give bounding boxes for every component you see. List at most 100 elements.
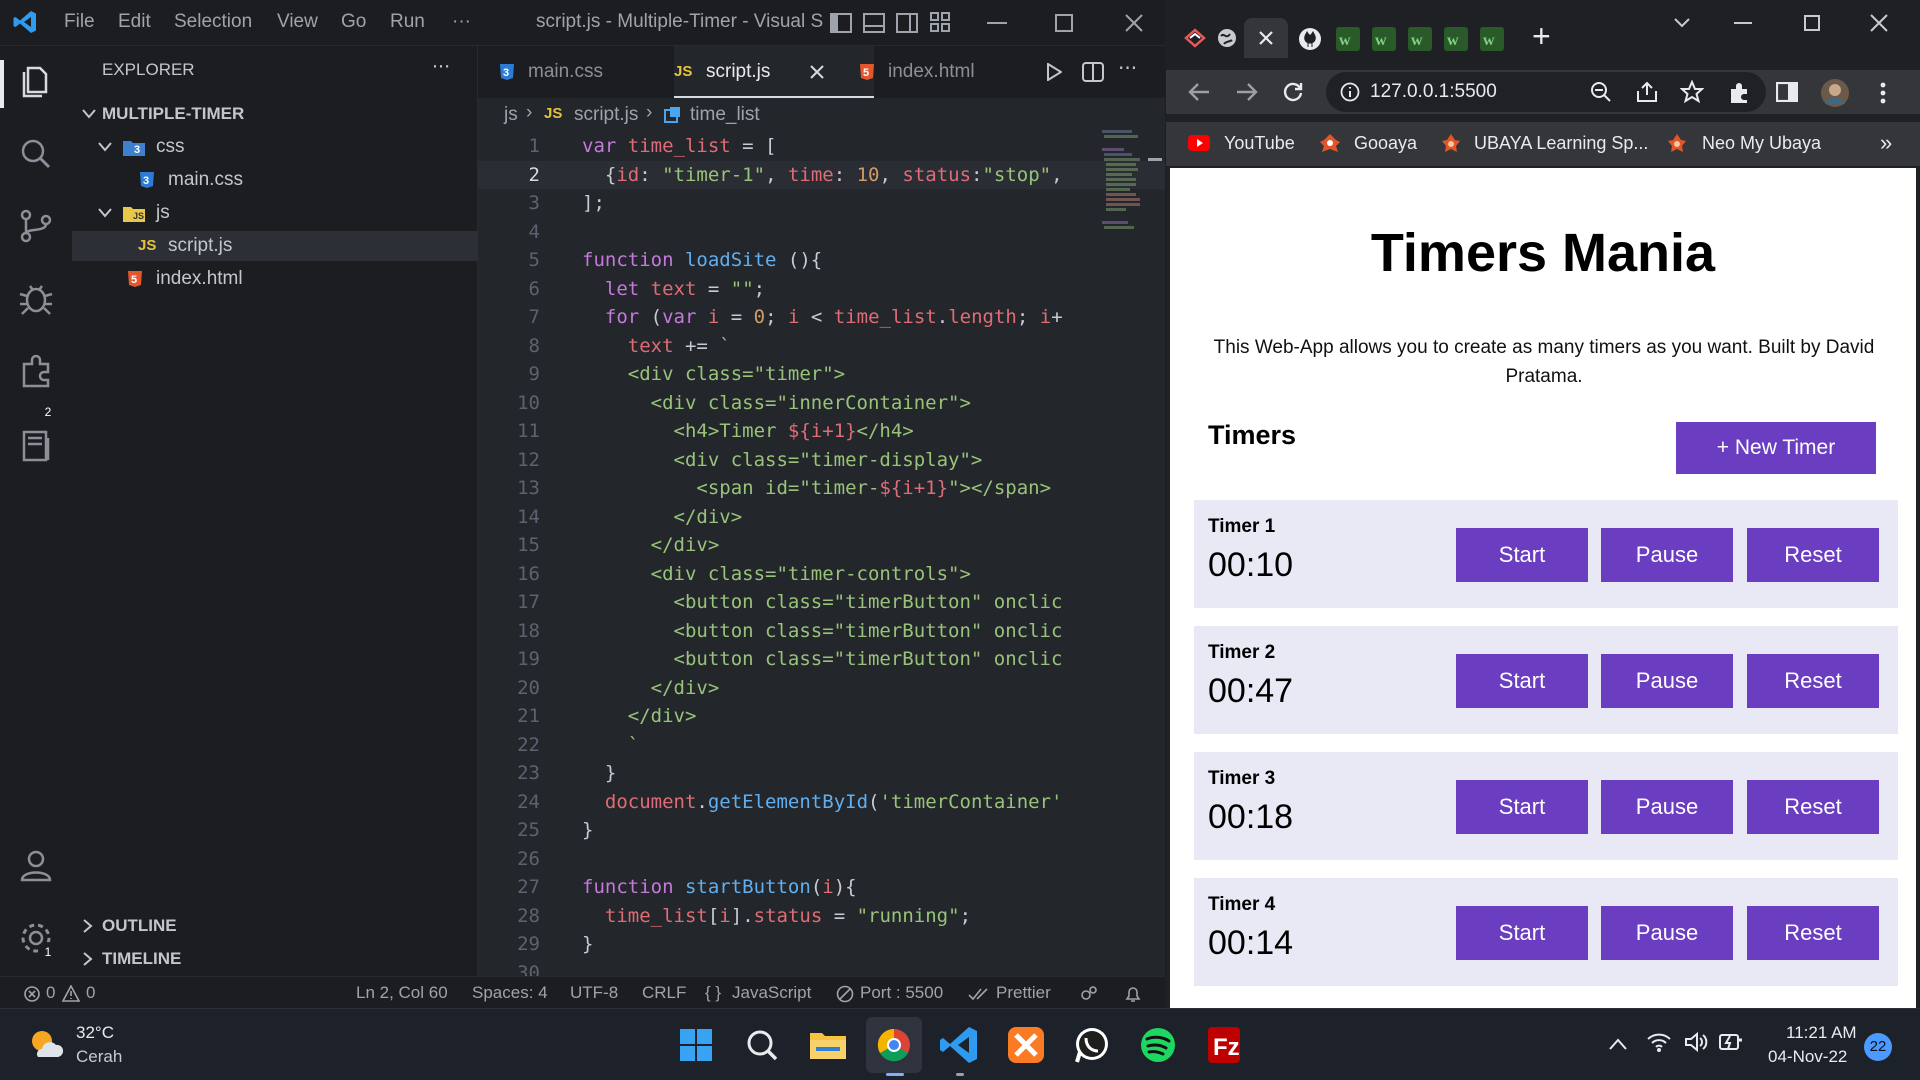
code-line[interactable]: 28 time_list[i].status = "running"; — [478, 902, 1165, 931]
code-line[interactable]: 18 <button class="timerButton" onclic — [478, 617, 1165, 646]
github-icon[interactable] — [1298, 27, 1322, 51]
toggle-panel-icon[interactable] — [863, 13, 885, 33]
wordpress-w-icon[interactable]: w — [1443, 26, 1469, 52]
code-line[interactable]: 20 </div> — [478, 674, 1165, 703]
warning-icon[interactable] — [62, 985, 80, 1002]
explorer-more-icon[interactable]: ··· — [432, 56, 450, 78]
reset-button[interactable]: Reset — [1747, 654, 1879, 708]
timeline-section[interactable]: TIMELINE — [72, 944, 478, 974]
code-line[interactable]: 23 } — [478, 759, 1165, 788]
back-arrow-icon[interactable] — [1188, 82, 1210, 102]
windows-start-icon[interactable] — [672, 1021, 720, 1069]
vscode-taskbar-icon[interactable] — [936, 1021, 984, 1069]
warning-count[interactable]: 0 — [86, 983, 95, 1003]
error-count[interactable]: 0 — [46, 983, 55, 1003]
file-explorer-icon[interactable] — [804, 1021, 852, 1069]
code-line[interactable]: 12 <div class="timer-display"> — [478, 446, 1165, 475]
tab-search-icon[interactable] — [1674, 17, 1690, 29]
outline-section[interactable]: OUTLINE — [72, 911, 478, 941]
browser-menu-icon[interactable] — [1880, 82, 1886, 104]
code-line[interactable]: 24 document.getElementById('timerContain… — [478, 788, 1165, 817]
reset-button[interactable]: Reset — [1747, 906, 1879, 960]
code-line[interactable]: 26 — [478, 845, 1165, 874]
language-mode[interactable]: JavaScript — [732, 983, 811, 1003]
side-panel-icon[interactable] — [1776, 82, 1798, 102]
breadcrumb-folder[interactable]: js — [504, 104, 518, 126]
bookmark-gooaya[interactable]: Gooaya — [1354, 133, 1417, 154]
site-info-icon[interactable] — [1340, 82, 1360, 102]
clock-time[interactable]: 11:21 AM — [1786, 1023, 1857, 1043]
code-line[interactable]: 7 for (var i = 0; i < time_list.length; … — [478, 303, 1165, 332]
notification-count-badge[interactable]: 22 — [1864, 1033, 1892, 1061]
weather-sun-cloud-icon[interactable] — [28, 1027, 66, 1061]
tree-item-js[interactable]: JS js — [72, 198, 478, 228]
new-timer-button[interactable]: + New Timer — [1676, 422, 1876, 474]
minimize-icon[interactable] — [987, 22, 1007, 26]
close-icon[interactable] — [1124, 13, 1144, 33]
code-line[interactable]: 10 <div class="innerContainer"> — [478, 389, 1165, 418]
wifi-icon[interactable] — [1646, 1031, 1672, 1053]
editor-more-icon[interactable]: ··· — [1118, 56, 1137, 80]
menu-run[interactable]: Run — [390, 11, 425, 33]
search-icon[interactable] — [16, 134, 56, 174]
new-tab-button[interactable]: + — [1532, 18, 1551, 55]
spotify-icon[interactable] — [1134, 1021, 1182, 1069]
error-icon[interactable] — [24, 986, 40, 1002]
run-icon[interactable] — [1046, 63, 1062, 81]
forward-arrow-icon[interactable] — [1236, 82, 1258, 102]
code-line[interactable]: 14 </div> — [478, 503, 1165, 532]
close-tab-icon[interactable] — [810, 65, 824, 79]
clock-date[interactable]: 04-Nov-22 — [1768, 1047, 1847, 1067]
start-button[interactable]: Start — [1456, 528, 1588, 582]
code-line[interactable]: 25} — [478, 816, 1165, 845]
line-ending[interactable]: CRLF — [642, 983, 686, 1003]
wordpress-w-icon[interactable]: w — [1335, 26, 1361, 52]
reset-button[interactable]: Reset — [1747, 780, 1879, 834]
bookmark-neo-my-ubaya[interactable]: Neo My Ubaya — [1702, 133, 1821, 154]
code-line[interactable]: 16 <div class="timer-controls"> — [478, 560, 1165, 589]
share-icon[interactable] — [1636, 81, 1658, 103]
code-line[interactable]: 8 text += ` — [478, 332, 1165, 361]
remote-explorer-icon[interactable] — [16, 426, 56, 466]
address-bar[interactable]: 127.0.0.1:5500 — [1326, 72, 1766, 112]
pause-button[interactable]: Pause — [1601, 654, 1733, 708]
live-server-port[interactable]: Port : 5500 — [860, 983, 943, 1003]
code-line[interactable]: 21 </div> — [478, 702, 1165, 731]
reset-button[interactable]: Reset — [1747, 528, 1879, 582]
tab-main-css[interactable]: 3 main.css — [498, 46, 648, 98]
pause-button[interactable]: Pause — [1601, 906, 1733, 960]
show-hidden-icons-icon[interactable] — [1608, 1037, 1628, 1051]
cursor-position[interactable]: Ln 2, Col 60 — [356, 983, 448, 1003]
start-button[interactable]: Start — [1456, 906, 1588, 960]
extensions-icon[interactable] — [16, 350, 56, 390]
accounts-feedback-icon[interactable] — [1080, 985, 1098, 1003]
bookmark-ubaya-learning[interactable]: UBAYA Learning Sp... — [1474, 133, 1648, 154]
battery-charging-icon[interactable] — [1718, 1029, 1746, 1055]
code-line[interactable]: 22 ` — [478, 731, 1165, 760]
extensions-puzzle-icon[interactable] — [1728, 82, 1750, 104]
chrome-icon[interactable] — [870, 1021, 918, 1069]
taskbar-search-icon[interactable] — [738, 1021, 786, 1069]
xampp-icon[interactable] — [1002, 1021, 1050, 1069]
wordpress-w-icon[interactable]: w — [1407, 26, 1433, 52]
minimap[interactable] — [1098, 128, 1144, 338]
bookmarks-overflow-icon[interactable]: » — [1880, 130, 1892, 156]
weather-desc[interactable]: Cerah — [76, 1047, 122, 1067]
code-line[interactable]: 3]; — [478, 189, 1165, 218]
breadcrumb-symbol[interactable]: time_list — [690, 104, 760, 126]
start-button[interactable]: Start — [1456, 780, 1588, 834]
menu-file[interactable]: File — [64, 11, 95, 33]
code-line[interactable]: 11 <h4>Timer ${i+1}</h4> — [478, 417, 1165, 446]
zoom-icon[interactable] — [1590, 81, 1612, 103]
menu-view[interactable]: View — [277, 11, 318, 33]
menu-edit[interactable]: Edit — [118, 11, 151, 33]
menu-more[interactable]: ··· — [452, 11, 471, 33]
scrollbar-indicator[interactable] — [1148, 158, 1162, 161]
tree-item-main-css[interactable]: 3 main.css — [72, 165, 478, 195]
bookmark-star-icon[interactable] — [1680, 80, 1704, 104]
bookmark-youtube[interactable]: YouTube — [1224, 133, 1295, 154]
split-editor-icon[interactable] — [1082, 62, 1104, 82]
code-line[interactable]: 17 <button class="timerButton" onclic — [478, 588, 1165, 617]
start-button[interactable]: Start — [1456, 654, 1588, 708]
prettier-status[interactable]: Prettier — [996, 983, 1051, 1003]
